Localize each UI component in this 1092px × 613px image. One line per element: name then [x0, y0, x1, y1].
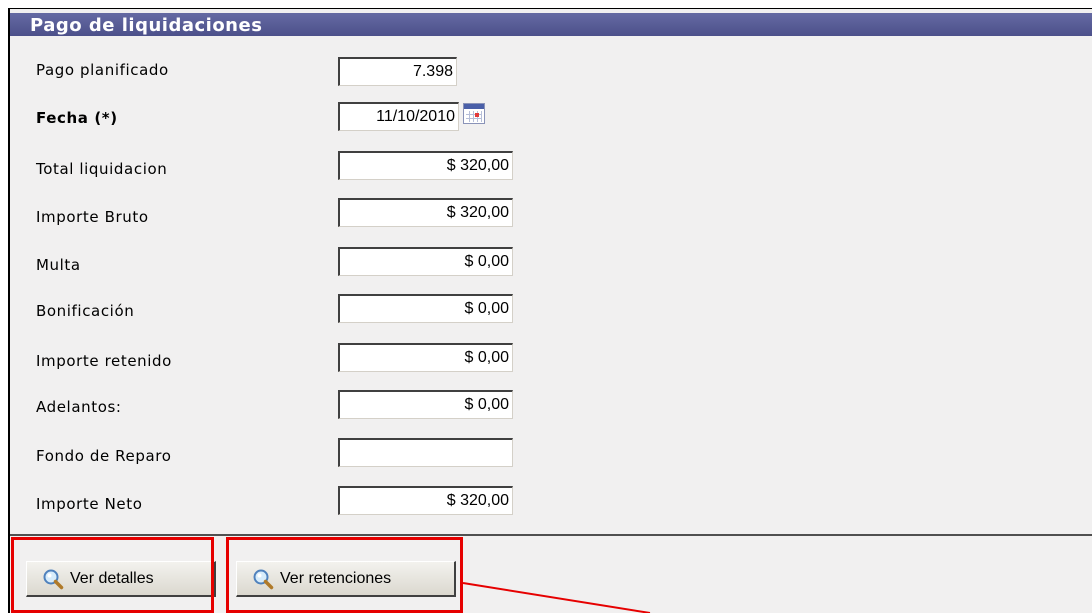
bonificacion-field[interactable]: $ 0,00 [338, 294, 513, 323]
label-total-liquidacion: Total liquidacion [36, 160, 168, 178]
importe-bruto-field[interactable]: $ 320,00 [338, 198, 513, 227]
label-importe-neto: Importe Neto [36, 495, 143, 513]
label-multa: Multa [36, 256, 81, 274]
label-bonificacion: Bonificación [36, 302, 135, 320]
label-importe-bruto: Importe Bruto [36, 208, 149, 226]
label-importe-retenido: Importe retenido [36, 352, 172, 370]
importe-neto-field[interactable]: $ 320,00 [338, 486, 513, 515]
pago-planificado-field[interactable]: 7.398 [338, 57, 457, 86]
panel-separator [10, 534, 1092, 536]
multa-field[interactable]: $ 0,00 [338, 247, 513, 276]
calendar-icon[interactable] [463, 103, 485, 124]
fecha-field[interactable]: 11/10/2010 [338, 102, 459, 131]
label-pago-planificado: Pago planificado [36, 61, 169, 79]
highlight-box-ver-retenciones [226, 537, 463, 613]
label-adelantos: Adelantos: [36, 398, 122, 416]
total-liquidacion-field[interactable]: $ 320,00 [338, 151, 513, 180]
highlight-box-ver-detalles [11, 537, 214, 613]
panel-title-bar: Pago de liquidaciones [10, 13, 1092, 36]
adelantos-field[interactable]: $ 0,00 [338, 390, 513, 419]
importe-retenido-field[interactable]: $ 0,00 [338, 343, 513, 372]
panel-title: Pago de liquidaciones [30, 15, 263, 36]
label-fondo-de-reparo: Fondo de Reparo [36, 447, 172, 465]
panel-frame [8, 8, 1092, 613]
label-fecha: Fecha (*) [36, 109, 118, 127]
fondo-de-reparo-field[interactable] [338, 438, 513, 467]
